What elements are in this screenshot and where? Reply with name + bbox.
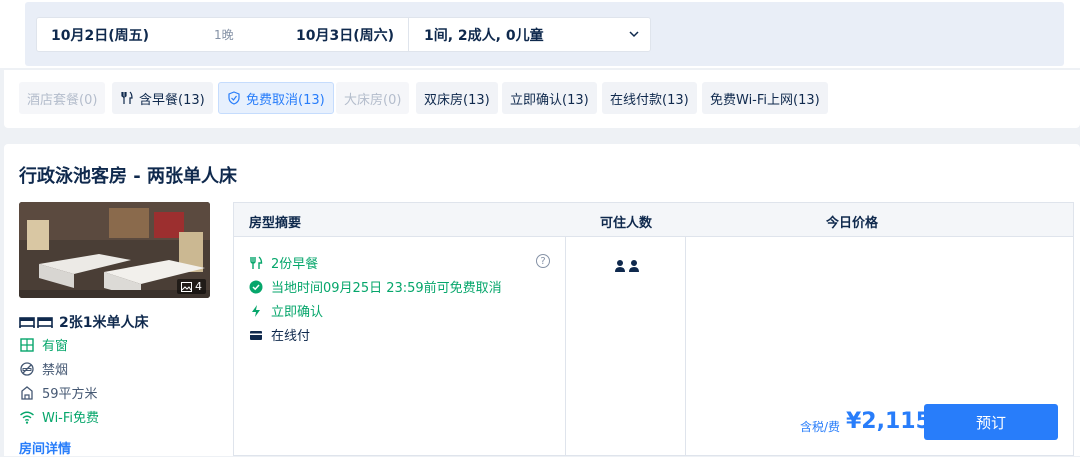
filter-free-wifi[interactable]: 免费Wi-Fi上网(13) bbox=[702, 82, 828, 114]
amenity-wifi: Wi-Fi免费 bbox=[19, 407, 99, 426]
search-box[interactable]: 10月2日(周五) 1晚 10月3日(周六) 1间, 2成人, 0儿童 bbox=[36, 17, 651, 52]
chevron-down-icon[interactable] bbox=[627, 27, 641, 41]
filter-package[interactable]: 酒店套餐(0) bbox=[19, 82, 106, 114]
room-card: 行政泳池客房 - 两张单人床 4 2张1米单人床 有窗 禁烟 59平方米 Wi-… bbox=[4, 144, 1080, 457]
bed-label: 2张1米单人床 bbox=[59, 315, 149, 331]
filter-free-cancel[interactable]: 免费取消(13) bbox=[218, 82, 334, 114]
column-divider bbox=[565, 237, 566, 455]
filter-bar: 酒店套餐(0) 含早餐(13) 免费取消(13) 大床房(0) 双床房(13) … bbox=[4, 70, 1080, 128]
table-header: 房型摘要 可住人数 今日价格 bbox=[234, 203, 1073, 237]
shield-icon bbox=[228, 91, 240, 105]
feature-online-pay: 在线付 bbox=[249, 325, 310, 344]
filter-label: 立即确认(13) bbox=[510, 92, 589, 108]
filter-twin-bed[interactable]: 双床房(13) bbox=[416, 82, 498, 114]
search-section: 10月2日(周五) 1晚 10月3日(周六) 1间, 2成人, 0儿童 bbox=[0, 0, 1080, 68]
amenity-no-smoking: 禁烟 bbox=[19, 359, 68, 378]
guests-selector[interactable]: 1间, 2成人, 0儿童 bbox=[424, 25, 544, 45]
filter-label: 免费Wi-Fi上网(13) bbox=[710, 92, 820, 108]
filter-online-pay[interactable]: 在线付款(13) bbox=[602, 82, 697, 114]
person-icon bbox=[615, 260, 639, 272]
area-icon bbox=[21, 385, 33, 400]
lightning-icon bbox=[252, 304, 260, 317]
checkout-date[interactable]: 10月3日(周六) bbox=[296, 25, 394, 45]
filter-breakfast[interactable]: 含早餐(13) bbox=[112, 82, 213, 114]
header-summary: 房型摘要 bbox=[249, 216, 302, 231]
window-icon bbox=[20, 337, 34, 352]
card-icon bbox=[250, 330, 262, 340]
no-smoking-icon bbox=[20, 361, 34, 376]
filter-label: 在线付款(13) bbox=[610, 92, 689, 108]
wifi-icon bbox=[20, 411, 34, 424]
feature-free-cancel: 当地时间09月25日 23:59前可免费取消 bbox=[249, 277, 502, 296]
utensils-icon bbox=[121, 91, 133, 104]
price-tax-label: 含税/费 bbox=[800, 420, 841, 434]
filter-label: 酒店套餐(0) bbox=[27, 92, 98, 108]
utensils-icon bbox=[250, 255, 263, 269]
twin-bed-icon bbox=[19, 317, 53, 328]
rate-table: 房型摘要 可住人数 今日价格 2份早餐 ? 当地时间09月25日 23:59前可… bbox=[233, 202, 1074, 456]
header-price: 今日价格 bbox=[826, 216, 879, 231]
checkin-date[interactable]: 10月2日(周五) bbox=[51, 25, 149, 45]
divider bbox=[408, 18, 409, 51]
filter-instant-confirm[interactable]: 立即确认(13) bbox=[502, 82, 597, 114]
book-button[interactable]: 预订 bbox=[924, 404, 1058, 440]
room-photo[interactable]: 4 bbox=[19, 202, 210, 298]
amenity-area: 59平方米 bbox=[19, 383, 98, 402]
check-circle-icon bbox=[249, 280, 263, 293]
bed-info: 2张1米单人床 bbox=[19, 312, 148, 332]
photo-count-badge: 4 bbox=[177, 279, 206, 294]
search-panel: 10月2日(周五) 1晚 10月3日(周六) 1间, 2成人, 0儿童 bbox=[25, 2, 1064, 66]
occupancy-icon bbox=[614, 258, 640, 277]
help-icon[interactable]: ? bbox=[536, 254, 550, 268]
filter-king-bed[interactable]: 大床房(0) bbox=[336, 82, 410, 114]
nights-count: 1晚 bbox=[214, 28, 234, 42]
image-icon bbox=[181, 281, 192, 292]
filter-label: 免费取消(13) bbox=[246, 92, 325, 108]
filter-label: 大床房(0) bbox=[344, 92, 402, 108]
feature-breakfast: 2份早餐 bbox=[249, 253, 318, 272]
room-title: 行政泳池客房 - 两张单人床 bbox=[19, 166, 238, 187]
price-amount: ¥2,115 bbox=[846, 409, 931, 434]
feature-instant-confirm: 立即确认 bbox=[249, 301, 323, 320]
column-divider bbox=[685, 237, 686, 455]
filter-label: 双床房(13) bbox=[424, 92, 490, 108]
amenity-window: 有窗 bbox=[19, 335, 68, 354]
photo-count: 4 bbox=[195, 280, 202, 293]
filter-label: 含早餐(13) bbox=[139, 92, 205, 108]
room-details-link[interactable]: 房间详情 bbox=[19, 438, 71, 457]
header-occupancy: 可住人数 bbox=[600, 216, 653, 231]
